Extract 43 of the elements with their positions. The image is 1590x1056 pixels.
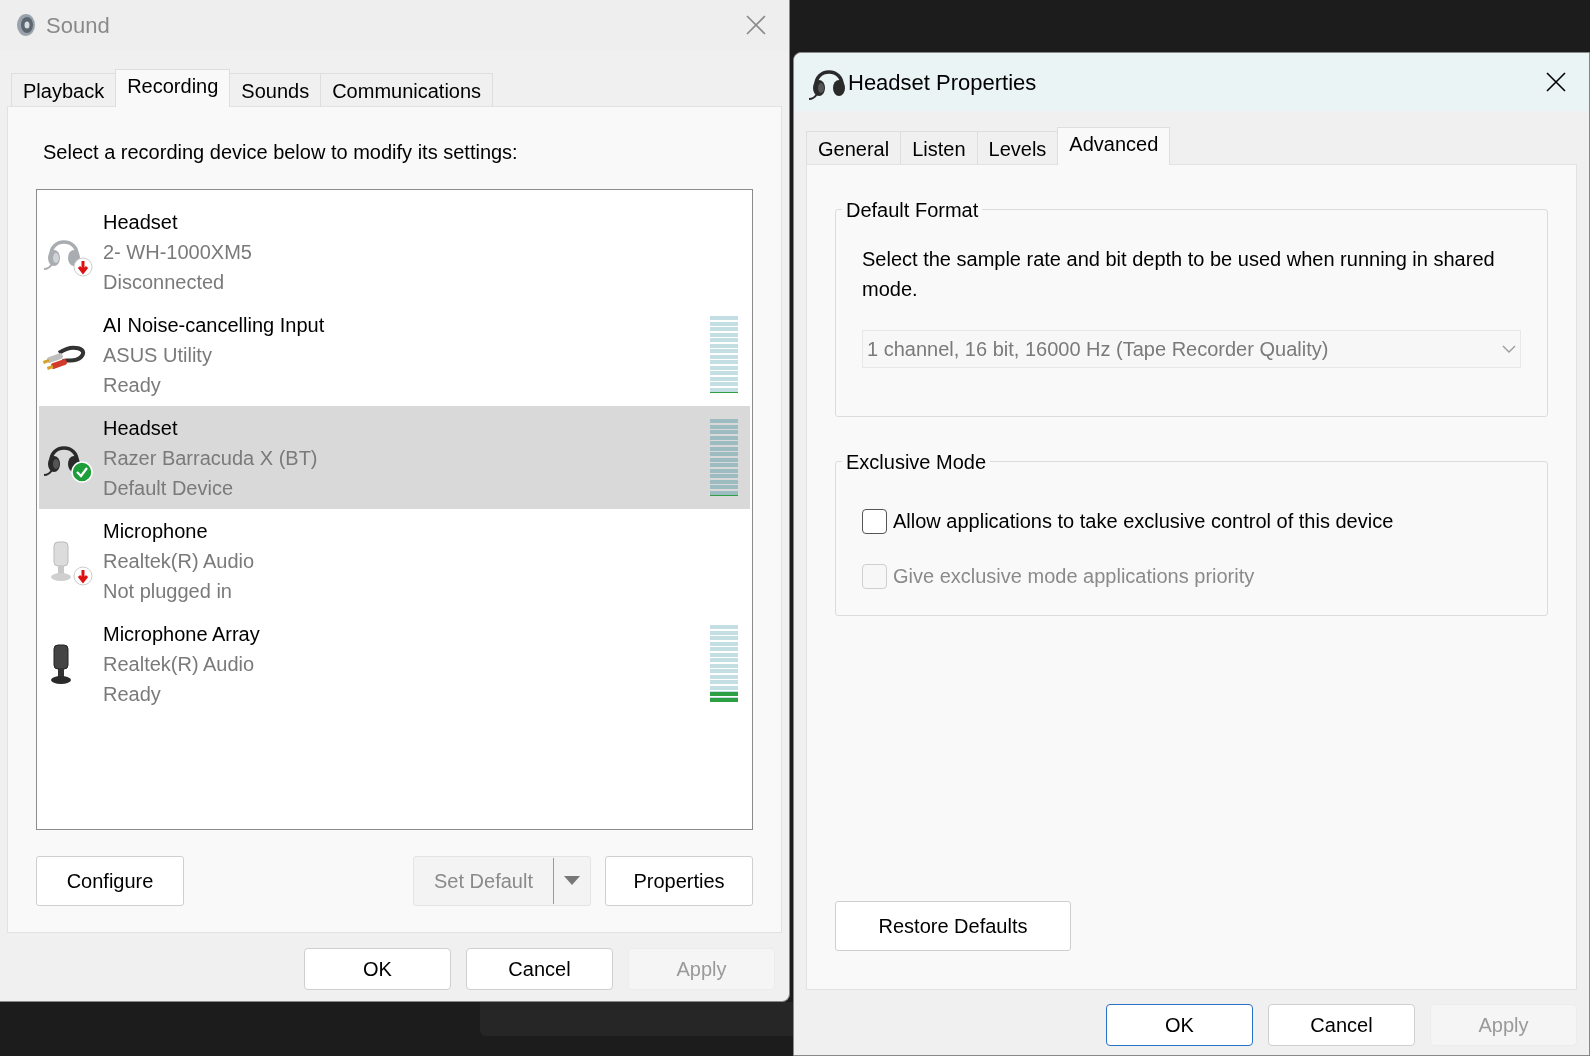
dialog-button[interactable]: Cancel	[1268, 1004, 1415, 1046]
close-icon[interactable]	[1545, 71, 1567, 93]
device-name: Microphone	[103, 518, 209, 544]
checkbox[interactable]	[862, 508, 887, 534]
tab[interactable]: Recording	[115, 69, 231, 107]
device-name: Headset	[103, 415, 179, 441]
tab[interactable]: Advanced	[1057, 127, 1171, 165]
tab[interactable]: Playback	[11, 73, 117, 107]
tab[interactable]: General	[806, 131, 902, 165]
restore-defaults-button[interactable]: Restore Defaults	[835, 901, 1071, 951]
checkbox-label: Allow applications to take exclusive control of this device	[893, 509, 1394, 534]
device-detail: Realtek(R) Audio	[103, 651, 256, 677]
window-title: Sound	[46, 11, 110, 40]
configure-button[interactable]: Configure	[36, 856, 184, 906]
dropdown-value: 1 channel, 16 bit, 16000 Hz (Tape Recorder Quality)	[867, 337, 1330, 362]
device-status: Not plugged in	[103, 578, 233, 604]
tab[interactable]: Communications	[320, 73, 494, 107]
checkbox-label: Give exclusive mode applications priority	[893, 564, 1255, 589]
dialog-button[interactable]: OK	[1106, 1004, 1253, 1046]
device-name: Microphone Array	[103, 621, 261, 647]
caret-icon	[564, 876, 580, 886]
device-row[interactable]: AI Noise-cancelling Input ASUS Utility Ready	[39, 303, 750, 406]
device-row[interactable]: Headset Razer Barracuda X (BT) Default Device	[39, 406, 750, 509]
device-detail: Razer Barracuda X (BT)	[103, 445, 319, 471]
device-status: Ready	[103, 372, 162, 398]
format-description: Select the sample rate and bit depth to be used when running in shared mode.	[862, 247, 1496, 302]
properties-button[interactable]: Properties	[605, 856, 753, 906]
window-title: Headset Properties	[848, 68, 1037, 97]
device-detail: ASUS Utility	[103, 342, 213, 368]
device-row[interactable]: Microphone Array Realtek(R) Audio Ready	[39, 612, 750, 715]
dialog-button[interactable]: OK	[304, 948, 451, 990]
dialog-button[interactable]: Cancel	[466, 948, 613, 990]
chevron-down-icon	[1502, 345, 1516, 353]
device-detail: Realtek(R) Audio	[103, 548, 256, 574]
device-status: Disconnected	[103, 269, 226, 295]
device-status: Ready	[103, 681, 162, 707]
device-name: Headset	[103, 209, 179, 235]
device-name: AI Noise-cancelling Input	[103, 312, 326, 338]
device-row[interactable]: Microphone Realtek(R) Audio Not plugged in	[39, 509, 750, 612]
device-row[interactable]: Headset 2- WH-1000XM5 Disconnected	[39, 200, 750, 303]
instruction-text: Select a recording device below to modify its settings:	[43, 140, 519, 165]
device-detail: 2- WH-1000XM5	[103, 239, 253, 265]
device-status: Default Device	[103, 475, 235, 501]
